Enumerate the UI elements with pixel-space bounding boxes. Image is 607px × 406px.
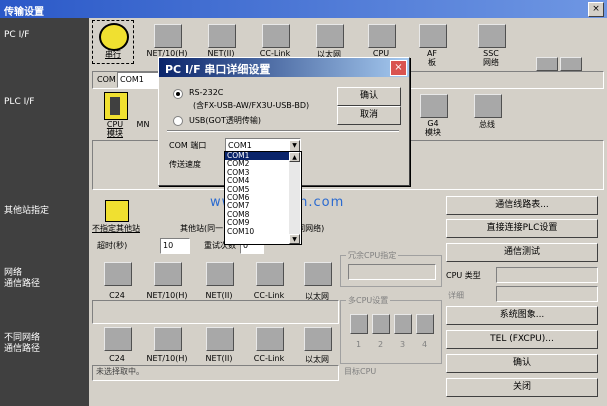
label-pc-if: PC I/F [4,30,30,40]
timeout-label: 超时(秒) [97,241,128,250]
multi-cpu-3-button[interactable] [394,314,412,334]
main-titlebar: 传输设置 × [0,0,607,18]
system-image-button[interactable]: 系统图象... [446,306,598,325]
route-cclink-icon[interactable] [256,262,284,286]
cclink-icon[interactable] [262,24,290,48]
comm-test-button[interactable]: 通信测试 [446,243,598,262]
route-net10h-icon[interactable] [154,262,182,286]
com-strip-label: COM [97,75,116,84]
detail-label: 详细 [448,291,464,300]
ssc-network-icon[interactable] [478,24,506,48]
diff-route-label-ethernet: 以太网 [305,355,329,364]
diff-route-c24-icon[interactable] [104,327,132,351]
scroll-down-icon[interactable]: ▼ [289,234,300,244]
dialog-ok-button[interactable]: 确认 [337,87,401,106]
dialog-title: PC I/F 串口详细设置 [165,63,271,76]
com-list-scrollbar[interactable]: ▲ ▼ [289,152,300,244]
route-label-c24: C24 [109,291,125,300]
cpu-module-icon[interactable] [104,92,128,120]
dialog-divider [167,130,399,132]
route-label-net10h: NET/10(H) [146,291,188,300]
rs232c-label: RS-232C [189,88,224,97]
pc-if-scroll-right[interactable] [560,57,582,71]
redundant-cpu-label: 冗余CPU指定 [346,250,399,261]
pc-if-scroll-left[interactable] [536,57,558,71]
plc-if-label-mn: MN [136,120,150,129]
main-close-button[interactable]: × [588,2,604,17]
cpu-type-label: CPU 类型 [446,271,481,280]
target-cpu-label: 目标CPU [344,367,377,376]
main-title: 传输设置 [4,7,44,18]
multi-cpu-1-button[interactable] [350,314,368,334]
diff-route-net2-icon[interactable] [206,327,234,351]
no-station-icon[interactable] [105,200,129,222]
route-net2-icon[interactable] [206,262,234,286]
station-list-button[interactable]: 通信线路表... [446,196,598,215]
bus-icon[interactable] [474,94,502,118]
cpu-module-icon-body [110,97,120,115]
multi-cpu-label: 多CPU设置 [346,295,391,306]
multi-cpu-num-4: 4 [422,340,428,349]
net2-icon[interactable] [208,24,236,48]
diff-route-ethernet-icon[interactable] [304,327,332,351]
dialog-cancel-button[interactable]: 取消 [337,106,401,125]
label-plc-if: PLC I/F [4,97,35,107]
detail-field [496,286,598,302]
timeout-field[interactable]: 10 [160,238,190,254]
rs232c-sublabel: (含FX-USB-AW/FX3U-USB-BD) [193,101,310,110]
ok-button[interactable]: 确认 [446,354,598,373]
dialog-close-button[interactable]: × [390,60,407,76]
route-detail-panel [92,300,339,324]
multi-cpu-num-3: 3 [400,340,406,349]
g4-module-icon[interactable] [420,94,448,118]
route-ethernet-icon[interactable] [304,262,332,286]
close-button[interactable]: 关闭 [446,378,598,397]
multi-cpu-num-2: 2 [378,340,384,349]
no-station-label: 不指定其他站 [92,224,140,233]
serial-port-icon [99,23,129,51]
direct-plc-button[interactable]: 直接连接PLC设置 [446,219,598,238]
pc-if-serial-item[interactable]: 串行 [92,20,134,64]
diff-route-net10h-icon[interactable] [154,327,182,351]
multi-cpu-4-button[interactable] [416,314,434,334]
cpu-type-field [496,267,598,283]
usb-radio[interactable] [173,116,183,126]
com-port-label: COM 端口 [169,141,207,150]
diff-route-cclink-icon[interactable] [256,327,284,351]
multi-cpu-num-1: 1 [356,340,362,349]
dialog-titlebar: PC I/F 串口详细设置 × [159,58,409,77]
route-c24-icon[interactable] [104,262,132,286]
status-text: 未选择取中。 [96,367,144,376]
com-port-dropdown-list[interactable]: COM1 COM2 COM3 COM4 COM5 COM6 COM7 COM8 … [224,151,302,245]
com-option[interactable]: COM10 [225,227,290,236]
ethernet-icon[interactable] [316,24,344,48]
plc-if-label-g4: G4 模块 [425,119,441,137]
pc-if-label-ssc: SSC 网络 [483,49,499,67]
label-other-station: 其他站指定 [4,206,50,216]
com-port-value: COM1 [228,141,252,150]
af-board-icon[interactable] [419,24,447,48]
rs232c-radio[interactable] [173,89,183,99]
multi-cpu-2-button[interactable] [372,314,390,334]
same-net-label: 其他站(同一 [180,224,224,233]
diff-route-label-cclink: CC-Link [253,354,285,363]
plc-if-label-bus: 总线 [479,120,495,129]
baud-rate-label: 传送速度 [169,160,201,169]
tel-fxcpu-button[interactable]: TEL (FXCPU)... [446,330,598,349]
cpu-board-icon[interactable] [368,24,396,48]
usb-label: USB(GOT透明传输) [189,116,262,125]
diff-route-label-c24: C24 [109,354,125,363]
com-strip-value[interactable]: COM1 [117,72,161,88]
label-network-route-2: 通信路径 [4,279,41,289]
diff-route-label-net2: NET(II) [205,354,233,363]
redundant-cpu-select[interactable] [348,264,436,280]
route-label-cclink: CC-Link [253,291,285,300]
pc-if-label-serial: 串行 [105,50,121,59]
pc-if-label-af: AF 板 [426,49,438,67]
scroll-up-icon[interactable]: ▲ [289,152,300,162]
label-diff-network-2: 通信路径 [4,344,41,354]
route-label-net2: NET(II) [205,291,233,300]
net10h-icon[interactable] [154,24,182,48]
diff-route-label-net10h: NET/10(H) [146,354,188,363]
